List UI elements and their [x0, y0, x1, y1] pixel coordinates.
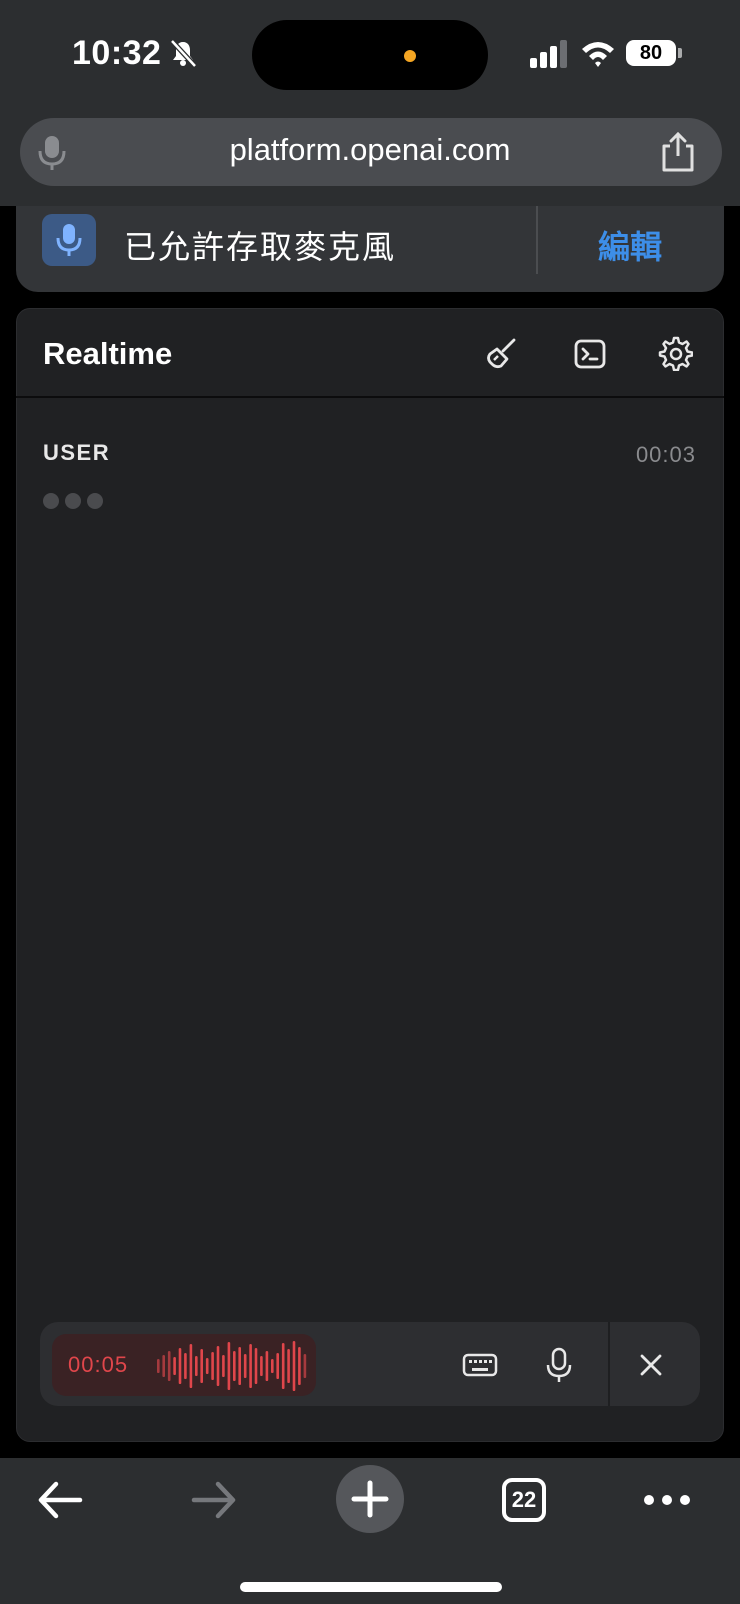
- plus-icon: [351, 1480, 389, 1518]
- back-arrow-icon[interactable]: [36, 1478, 84, 1522]
- typing-indicator: [43, 493, 109, 514]
- status-time: 10:32: [72, 34, 162, 72]
- message-role: USER: [43, 440, 111, 465]
- tabs-button[interactable]: 22: [502, 1478, 546, 1522]
- mic-permission-icon: [42, 214, 96, 266]
- realtime-panel: [16, 308, 724, 1442]
- cellular-signal-icon: [530, 40, 567, 68]
- keyboard-icon[interactable]: [458, 1343, 502, 1387]
- edit-permission-button[interactable]: 編輯: [540, 222, 720, 268]
- typing-dot: [65, 493, 81, 509]
- home-indicator: [240, 1582, 502, 1592]
- permission-text: 已允許存取麥克風: [124, 229, 397, 265]
- microphone-icon[interactable]: [537, 1343, 581, 1387]
- broom-icon[interactable]: [484, 336, 520, 372]
- panel-title: Realtime: [43, 336, 173, 371]
- message-timestamp: 00:03: [635, 442, 696, 467]
- close-icon[interactable]: [629, 1343, 673, 1387]
- share-icon[interactable]: [658, 130, 698, 174]
- banner-divider: [536, 206, 538, 274]
- recording-timer: 00:05: [68, 1352, 129, 1377]
- waveform-icon: [157, 1341, 307, 1391]
- wifi-icon: [582, 42, 614, 67]
- microphone-icon: [56, 224, 82, 256]
- battery-indicator: 80: [626, 40, 676, 66]
- more-icon[interactable]: [642, 1488, 692, 1512]
- gear-icon[interactable]: [657, 335, 693, 371]
- dynamic-island: [252, 20, 488, 90]
- privacy-indicator-dot: [404, 50, 416, 62]
- typing-dot: [87, 493, 103, 509]
- forward-arrow-icon[interactable]: [190, 1478, 238, 1522]
- new-tab-button[interactable]: [336, 1465, 404, 1533]
- terminal-icon[interactable]: [572, 336, 608, 372]
- header-divider: [16, 396, 724, 398]
- bell-slash-icon: [170, 39, 197, 68]
- recording-divider: [608, 1322, 610, 1406]
- url-text[interactable]: platform.openai.com: [0, 132, 740, 168]
- battery-tip: [678, 48, 682, 58]
- typing-dot: [43, 493, 59, 509]
